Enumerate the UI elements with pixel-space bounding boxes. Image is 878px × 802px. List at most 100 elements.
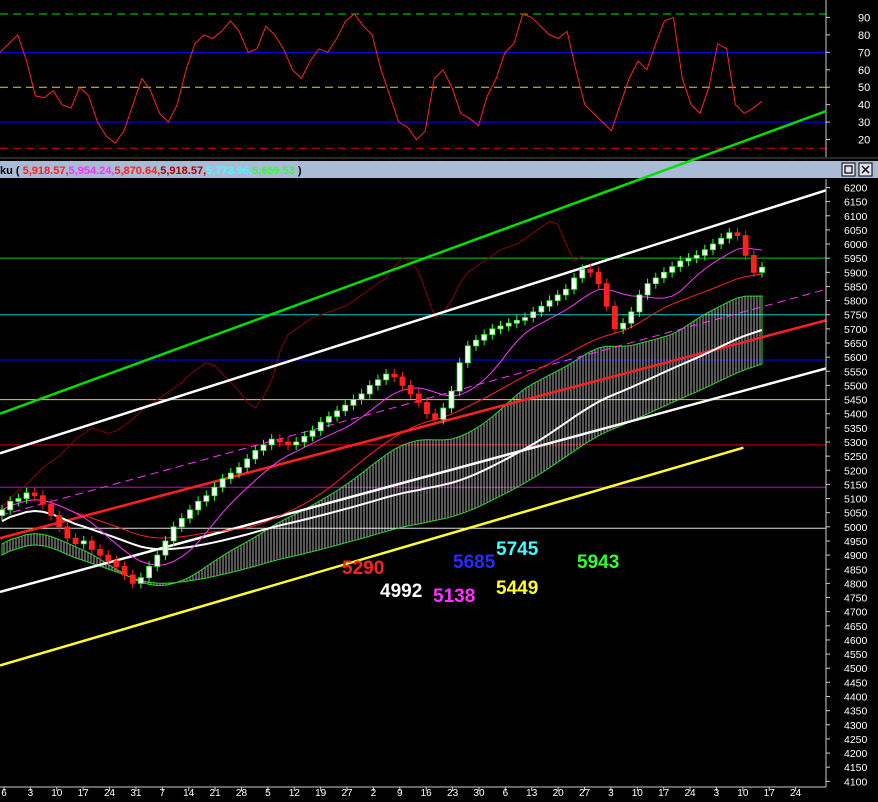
price-tick-label: 4200 xyxy=(844,748,868,760)
price-tick-label: 5900 xyxy=(844,267,868,279)
candle-body xyxy=(612,305,618,330)
price-tick-label: 5750 xyxy=(844,310,868,322)
candle-body xyxy=(15,498,22,502)
candle-body xyxy=(481,334,488,341)
price-tick-label: 5550 xyxy=(844,366,868,378)
price-tick-label: 4950 xyxy=(844,536,868,548)
annotation-label-5449: 5449 xyxy=(496,578,538,599)
candle-body xyxy=(31,492,38,497)
candle-body xyxy=(718,237,725,245)
candle-body xyxy=(546,300,553,307)
candle-body xyxy=(334,410,340,417)
header-symbol: ku ( xyxy=(0,165,20,177)
header-value-3: 5,918.57, xyxy=(160,165,206,177)
price-tick-label: 4750 xyxy=(844,593,868,605)
x-tick-label: 6 xyxy=(1,788,7,797)
candle-body xyxy=(162,540,169,556)
candle-body xyxy=(399,376,406,386)
candle-body xyxy=(0,509,5,516)
candle-body xyxy=(456,362,463,392)
close-button[interactable] xyxy=(858,162,873,177)
x-tick-label: 5 xyxy=(265,788,271,797)
candle-body xyxy=(530,311,537,318)
candle-body xyxy=(497,325,504,330)
candle-body xyxy=(677,260,684,268)
x-tick-label: 10 xyxy=(737,788,749,797)
x-tick-label: 20 xyxy=(553,788,565,797)
x-tick-label: 3 xyxy=(714,788,720,797)
candle xyxy=(456,357,463,397)
candle-body xyxy=(407,385,414,395)
candle-body xyxy=(628,311,635,324)
candle-body xyxy=(113,560,120,567)
candle-body xyxy=(473,339,479,347)
price-tick-label: 4500 xyxy=(844,663,868,675)
header-value-1: 5,954.24, xyxy=(69,165,115,177)
price-tick-label: 5650 xyxy=(844,338,868,350)
price-tick-label: 4850 xyxy=(844,564,868,576)
candle-body xyxy=(603,283,610,307)
candle-body xyxy=(644,283,651,296)
candle-body xyxy=(375,379,381,386)
price-tick-label: 4300 xyxy=(844,720,868,732)
candle-body xyxy=(538,305,545,313)
price-panel[interactable] xyxy=(0,109,827,787)
oscillator-tick-label: 60 xyxy=(858,65,870,77)
candle-body xyxy=(587,269,594,273)
price-tick-label: 4250 xyxy=(844,734,868,746)
x-tick-label: 6 xyxy=(503,788,509,797)
candle-body xyxy=(56,515,63,528)
chart-window: 20 30 40 50 60 70 80 90 ku ( 5,918.57,5,954.24,… xyxy=(0,0,878,799)
price-tick-label: 6150 xyxy=(844,197,868,209)
candle-body xyxy=(571,277,577,290)
price-tick-label: 6050 xyxy=(844,225,868,237)
price-tick-label: 4800 xyxy=(844,578,868,590)
header-value-4: 5,773.96, xyxy=(206,165,252,177)
header-close-paren: ) xyxy=(298,165,302,177)
x-tick-label: 13 xyxy=(526,788,538,797)
price-tick-label: 5250 xyxy=(844,451,868,463)
candle-body xyxy=(293,441,300,446)
x-tick-label: 24 xyxy=(685,788,697,797)
candle-body xyxy=(227,472,234,480)
candle-body xyxy=(513,319,520,324)
restore-button[interactable] xyxy=(841,162,856,177)
candle-body xyxy=(309,430,316,437)
candle-body xyxy=(620,322,626,330)
candle-body xyxy=(211,486,218,497)
price-tick-label: 5600 xyxy=(844,352,868,364)
x-tick-label: 23 xyxy=(447,788,459,797)
candle-body xyxy=(244,458,251,468)
candle-body xyxy=(342,404,349,412)
candle-body xyxy=(432,413,439,420)
annotation-label-5685: 5685 xyxy=(453,552,496,573)
chart-canvas[interactable]: 2030405060708090 ku ( 5,918.57,5,954.24,… xyxy=(0,0,878,799)
x-tick-label: 10 xyxy=(632,788,644,797)
price-tick-label: 6200 xyxy=(844,182,868,194)
candle-body xyxy=(383,373,389,381)
x-tick-label: 9 xyxy=(397,788,403,797)
oscillator-tick-label: 90 xyxy=(858,12,870,24)
price-tick-label: 5150 xyxy=(844,479,868,491)
candle-body xyxy=(366,385,373,395)
x-tick-label: 27 xyxy=(579,788,591,797)
candle-body xyxy=(522,317,528,321)
candle xyxy=(603,278,610,312)
candle-body xyxy=(726,232,733,239)
candle-body xyxy=(685,257,692,262)
x-tick-label: 17 xyxy=(658,788,670,797)
price-tick-label: 4100 xyxy=(844,776,868,788)
price-tick-label: 4350 xyxy=(844,706,868,718)
candle-body xyxy=(285,441,291,446)
candle-body xyxy=(358,393,365,400)
candle-body xyxy=(80,540,87,545)
candle-body xyxy=(424,402,430,415)
candle-body xyxy=(203,495,210,502)
oscillator-panel[interactable] xyxy=(0,0,826,157)
oscillator-tick-label: 40 xyxy=(858,100,870,112)
price-tick-label: 4700 xyxy=(844,607,868,619)
x-tick-label: 14 xyxy=(183,788,195,797)
candle-body xyxy=(138,577,144,584)
candle-body xyxy=(154,554,161,567)
x-tick-label: 10 xyxy=(51,788,63,797)
